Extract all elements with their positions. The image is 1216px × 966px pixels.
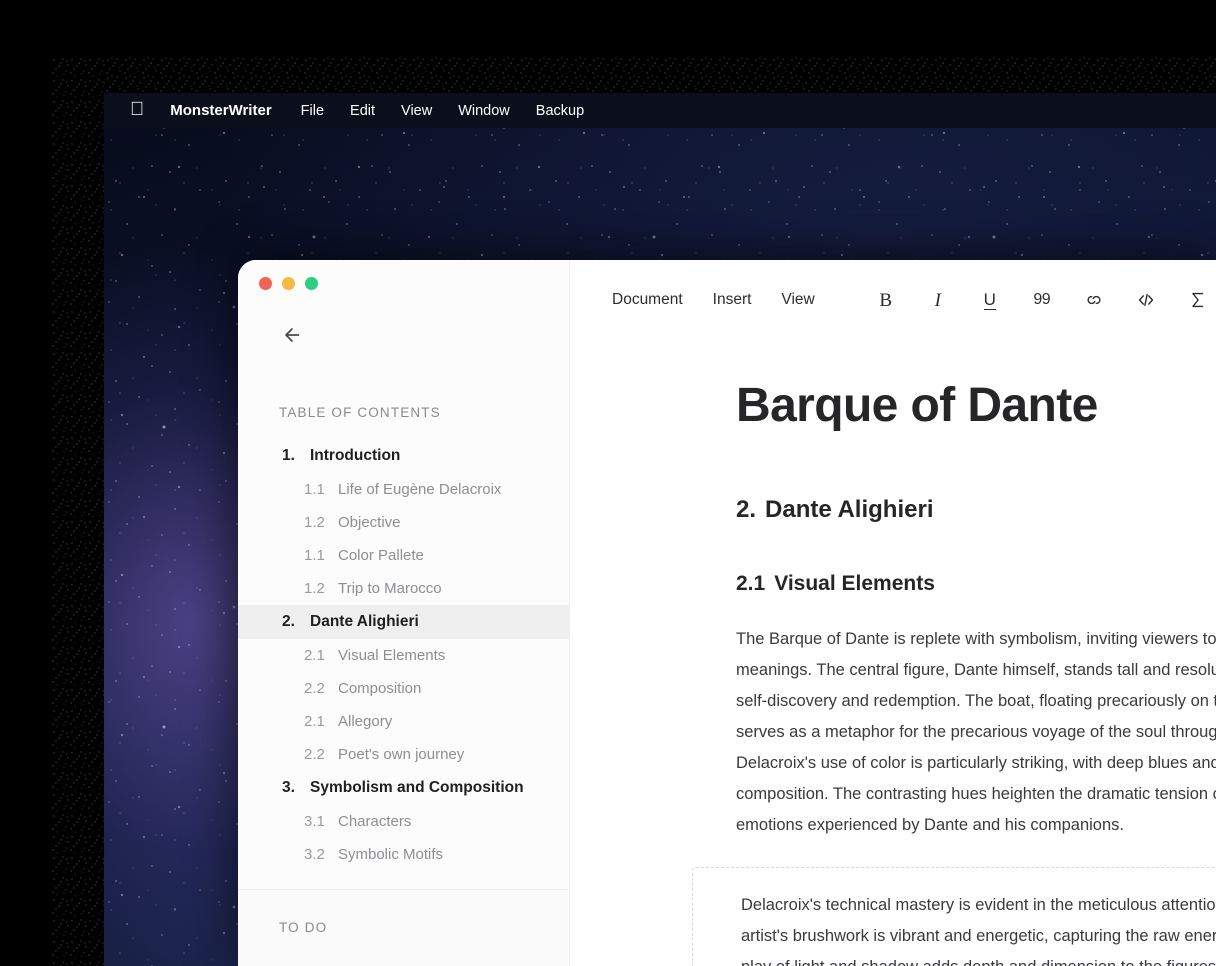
toc-item-number: 3.1 — [304, 813, 325, 830]
toc-item-label: Symbolism and Composition — [310, 779, 524, 796]
minimize-window-button[interactable] — [282, 277, 295, 290]
bold-button[interactable]: B — [875, 289, 897, 311]
toc-item-label: Allegory — [338, 713, 393, 730]
toc-heading: TABLE OF CONTENTS — [279, 405, 441, 420]
section-number: 2. — [736, 495, 757, 523]
todo-heading: TO DO — [279, 920, 328, 935]
format-icon-group: B I U 99 — [875, 289, 1216, 311]
toc-item-number: 2.1 — [304, 647, 325, 664]
body-paragraph: The Barque of Dante is replete with symb… — [736, 629, 1216, 834]
quote-icon: 99 — [1033, 291, 1051, 308]
toc-item-symbolic-motifs[interactable]: 3.2 Symbolic Motifs — [238, 838, 570, 871]
toc-item-introduction[interactable]: 1. Introduction — [238, 439, 570, 473]
sigma-icon — [1192, 292, 1204, 308]
document-title: Barque of Dante — [736, 379, 1098, 432]
editor-content: Document Insert View B I U 99 Barque of … — [570, 260, 1216, 966]
toc-item-characters[interactable]: 3.1 Characters — [238, 805, 570, 838]
screenshot-noise-band-left — [52, 57, 104, 966]
blockquote-button[interactable]: 99 — [1031, 289, 1053, 311]
toc-item-number: 2.2 — [304, 680, 325, 697]
back-arrow-icon — [285, 328, 300, 342]
toc-item-composition[interactable]: 2.2 Composition — [238, 672, 570, 705]
toc-item-number: 1.2 — [304, 514, 325, 531]
toc-item-visual-elements[interactable]: 2.1 Visual Elements — [238, 639, 570, 672]
toc-item-number: 1.1 — [304, 547, 325, 564]
underline-button[interactable]: U — [979, 289, 1001, 311]
toc-item-poets-own-journey[interactable]: 2.2 Poet's own journey — [238, 738, 570, 771]
toc-item-label: Trip to Marocco — [338, 580, 442, 597]
back-button[interactable] — [238, 290, 570, 350]
screenshot-noise-band-top — [52, 57, 1216, 93]
toc-item-label: Characters — [338, 813, 412, 830]
menu-item-file[interactable]: File — [301, 103, 324, 119]
maximize-window-button[interactable] — [305, 277, 318, 290]
toc-item-label: Color Pallete — [338, 547, 424, 564]
menu-item-window[interactable]: Window — [458, 103, 510, 119]
underline-icon: U — [983, 289, 996, 310]
toc-item-number: 2.2 — [304, 746, 325, 763]
menu-item-backup[interactable]: Backup — [536, 103, 584, 119]
tab-insert[interactable]: Insert — [713, 291, 752, 309]
link-icon — [1087, 295, 1101, 305]
screen:  MonsterWriter File Edit View Window Ba… — [0, 0, 1216, 966]
macos-menu-bar:  MonsterWriter File Edit View Window Ba… — [104, 93, 1216, 128]
toc-item-label: Composition — [338, 680, 422, 697]
toc-item-number: 1. — [282, 447, 295, 464]
document-body[interactable]: Barque of Dante 2. Dante Alighieri 2.1 Vis… — [570, 340, 1216, 966]
close-window-button[interactable] — [259, 277, 272, 290]
callout-block[interactable]: Delacroix's technical mastery is evident… — [692, 866, 1216, 966]
italic-icon: I — [934, 289, 941, 311]
toc-item-label: Symbolic Motifs — [338, 846, 444, 863]
toc-item-label: Objective — [338, 514, 401, 531]
window-traffic-lights — [238, 260, 570, 290]
editor-toolbar: Document Insert View B I U 99 — [570, 260, 1216, 340]
toc-item-life-of-eugene-delacroix[interactable]: 1.1 Life of Eugène Delacroix — [238, 473, 570, 506]
toc-item-label: Dante Alighieri — [310, 613, 419, 630]
section-heading: 2. Dante Alighieri — [736, 496, 1216, 524]
toc-item-label: Life of Eugène Delacroix — [338, 481, 502, 498]
link-button[interactable] — [1083, 289, 1105, 311]
toc-item-color-pallete[interactable]: 1.1 Color Pallete — [238, 539, 570, 572]
menu-item-view[interactable]: View — [401, 103, 432, 119]
toc-item-label: Visual Elements — [338, 647, 446, 664]
italic-button[interactable]: I — [927, 289, 949, 311]
tab-view[interactable]: View — [781, 291, 814, 309]
toc-item-number: 2.1 — [304, 713, 325, 730]
toc-item-number: 2. — [282, 613, 295, 630]
tab-document[interactable]: Document — [612, 291, 683, 309]
subsection-number: 2.1 — [736, 571, 766, 595]
callout-paragraph: Delacroix's technical mastery is evident… — [741, 895, 1216, 966]
toc-item-number: 3. — [282, 779, 295, 796]
toc-item-dante-alighieri[interactable]: 2. Dante Alighieri — [238, 605, 570, 639]
toc-item-number: 1.1 — [304, 481, 325, 498]
toc-item-number: 3.2 — [304, 846, 325, 863]
code-icon — [1138, 293, 1153, 307]
section-label: Dante Alighieri — [765, 495, 934, 523]
toc-item-allegory[interactable]: 2.1 Allegory — [238, 705, 570, 738]
subsection-heading: 2.1 Visual Elements — [736, 572, 1216, 596]
toc-item-symbolism-and-composition[interactable]: 3. Symbolism and Composition — [238, 771, 570, 805]
todo-section: TO DO — [238, 889, 570, 966]
monsterwriter-window: TABLE OF CONTENTS 1. Introduction 1.1 Li… — [238, 260, 1216, 966]
toc-item-objective[interactable]: 1.2 Objective — [238, 506, 570, 539]
toc-item-label: Poet's own journey — [338, 746, 465, 763]
menu-item-monsterwriter[interactable]: MonsterWriter — [170, 102, 271, 119]
sidebar: TABLE OF CONTENTS 1. Introduction 1.1 Li… — [238, 260, 570, 966]
apple-logo-icon[interactable]:  — [130, 100, 144, 119]
menu-item-edit[interactable]: Edit — [350, 103, 375, 119]
toc-item-label: Introduction — [310, 447, 401, 464]
code-button[interactable] — [1135, 289, 1157, 311]
toc-item-trip-to-marocco[interactable]: 1.2 Trip to Marocco — [238, 572, 570, 605]
toc-item-number: 1.2 — [304, 580, 325, 597]
formula-button[interactable] — [1187, 289, 1209, 311]
bold-icon: B — [879, 289, 893, 311]
subsection-label: Visual Elements — [774, 571, 935, 595]
toc-list: 1. Introduction 1.1 Life of Eugène Delac… — [238, 439, 570, 871]
